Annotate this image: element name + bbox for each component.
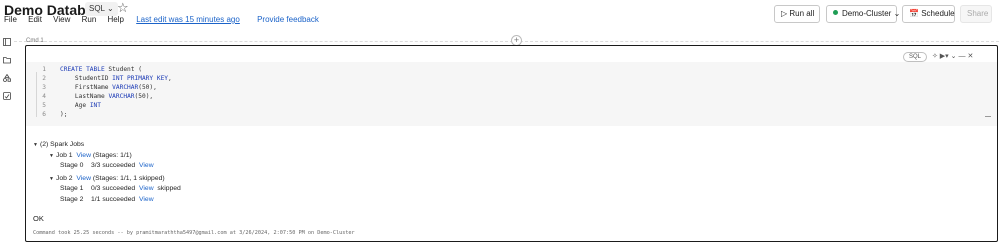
sql-token: ); xyxy=(60,111,68,118)
sql-keyword: INT PRIMARY KEY xyxy=(112,75,169,82)
cell-language-pill[interactable]: SQL xyxy=(903,52,928,62)
job-label: Job 1 xyxy=(55,152,73,159)
cluster-status-icon xyxy=(833,10,838,15)
code-text: Age INT xyxy=(60,101,101,110)
provide-feedback-link[interactable]: Provide feedback xyxy=(257,15,319,24)
chevron-down-icon[interactable]: ⌄ xyxy=(951,53,957,60)
stage-view-link[interactable]: View xyxy=(139,196,154,203)
menu-bar: File Edit View Run Help Last edit was 15… xyxy=(4,15,328,24)
job-label: Job 2 xyxy=(55,175,73,182)
code-line[interactable]: 4 LastName VARCHAR(50), xyxy=(26,92,997,101)
caret-down-icon[interactable]: ▼ xyxy=(49,153,54,159)
sql-keyword: VARCHAR xyxy=(112,84,139,91)
spark-jobs-label: (2) Spark Jobs xyxy=(39,141,85,148)
command-took-text: Command took 25.25 seconds -- by pramitm… xyxy=(33,230,355,236)
editor-scroll-mark xyxy=(985,116,991,117)
language-label: SQL xyxy=(89,4,105,13)
cluster-selector[interactable]: Demo-Cluster ⌄ xyxy=(826,5,900,23)
left-sidebar xyxy=(0,28,14,251)
stage-label: Stage 0 xyxy=(60,162,84,169)
sql-token: (50), xyxy=(134,93,154,100)
experiments-icon[interactable] xyxy=(3,92,11,100)
star-icon[interactable]: ☆ xyxy=(117,0,129,16)
caret-down-icon: ▼ xyxy=(33,142,38,148)
assistant-icon[interactable]: ✧ xyxy=(932,53,938,60)
stage-note: skipped xyxy=(157,185,181,192)
job-view-link[interactable]: View xyxy=(76,152,91,159)
code-text: CREATE TABLE Student ( xyxy=(60,65,142,74)
sql-token: LastName xyxy=(60,93,109,100)
sql-keyword: CREATE TABLE xyxy=(60,66,105,73)
cell-toolbar: SQL ✧ ▶▾ ⌄ — ✕ xyxy=(903,52,973,62)
spark-jobs-toggle[interactable]: ▼ (2) Spark Jobs xyxy=(33,140,84,150)
stage-label: Stage 2 xyxy=(60,196,84,203)
stage-view-link[interactable]: View xyxy=(139,185,154,192)
stage-row: Stage 0 3/3 succeeded View xyxy=(60,161,154,170)
sql-token: Age xyxy=(60,102,90,109)
code-line[interactable]: 1 CREATE TABLE Student ( xyxy=(26,65,997,74)
sql-keyword: VARCHAR xyxy=(108,93,135,100)
sql-token: , xyxy=(168,75,172,82)
stage-label: Stage 1 xyxy=(60,185,84,192)
code-editor[interactable]: 1 CREATE TABLE Student (2 StudentID INT P… xyxy=(26,62,997,126)
job-row: ▼ Job 2 View (Stages: 1/1, 1 skipped) xyxy=(49,174,165,184)
notebook-header: Demo Databricks SQL ⌄ ☆ File Edit View R… xyxy=(0,0,1000,28)
schedule-label: Schedule xyxy=(921,9,955,18)
run-all-label: Run all xyxy=(789,9,815,18)
chevron-down-icon: ⌄ xyxy=(893,9,901,18)
menu-help[interactable]: Help xyxy=(108,15,124,24)
job-view-link[interactable]: View xyxy=(76,175,91,182)
stage-row: Stage 2 1/1 succeeded View xyxy=(60,195,154,204)
menu-view[interactable]: View xyxy=(53,15,70,24)
job-stages: (Stages: 1/1, 1 skipped) xyxy=(92,175,165,182)
run-cell-icon[interactable]: ▶▾ xyxy=(940,53,949,60)
minimize-icon[interactable]: — xyxy=(958,53,965,60)
cluster-label: Demo-Cluster xyxy=(842,9,892,18)
folder-icon[interactable] xyxy=(3,56,11,64)
code-line[interactable]: 5 Age INT xyxy=(26,101,997,110)
stage-view-link[interactable]: View xyxy=(139,162,154,169)
code-line[interactable]: 6); xyxy=(26,110,997,119)
notebook-icon[interactable] xyxy=(3,38,11,46)
sql-keyword: INT xyxy=(89,102,101,109)
code-line[interactable]: 2 StudentID INT PRIMARY KEY, xyxy=(26,74,997,83)
code-text: LastName VARCHAR(50), xyxy=(60,92,153,101)
code-text: FirstName VARCHAR(50), xyxy=(60,83,157,92)
code-line[interactable]: 3 FirstName VARCHAR(50), xyxy=(26,83,997,92)
job-row: ▼ Job 1 View (Stages: 1/1) xyxy=(49,151,132,161)
last-edit-link[interactable]: Last edit was 15 minutes ago xyxy=(136,15,240,24)
sql-token: (50), xyxy=(138,84,157,91)
run-all-button[interactable]: ▷ Run all xyxy=(774,5,820,23)
schedule-button[interactable]: 📅 Schedule xyxy=(902,5,955,23)
code-text: ); xyxy=(60,110,67,119)
cell-divider xyxy=(14,41,999,42)
calendar-icon: 📅 xyxy=(909,9,919,18)
sql-token: FirstName xyxy=(60,84,113,91)
notebook-app: Demo Databricks SQL ⌄ ☆ File Edit View R… xyxy=(0,0,1000,251)
chevron-down-icon: ⌄ xyxy=(106,4,114,13)
menu-run[interactable]: Run xyxy=(82,15,97,24)
play-icon: ▷ xyxy=(781,9,788,18)
sql-token: StudentID xyxy=(60,75,113,82)
stage-row: Stage 1 0/3 succeeded View skipped xyxy=(60,184,181,193)
menu-edit[interactable]: Edit xyxy=(28,15,42,24)
caret-down-icon[interactable]: ▼ xyxy=(49,176,54,182)
cmd-label: Cmd 1 xyxy=(26,38,44,44)
menu-file[interactable]: File xyxy=(4,15,17,24)
close-icon[interactable]: ✕ xyxy=(967,53,973,60)
shapes-icon[interactable] xyxy=(3,74,11,82)
stage-status: 0/3 succeeded xyxy=(91,185,136,192)
code-text: StudentID INT PRIMARY KEY, xyxy=(60,74,172,83)
stage-status: 1/1 succeeded xyxy=(91,196,136,203)
indent-guide xyxy=(36,72,37,117)
result-text: OK xyxy=(33,214,44,223)
stage-status: 3/3 succeeded xyxy=(91,162,136,169)
sql-token: Student ( xyxy=(104,66,142,73)
share-button[interactable]: Share xyxy=(960,5,992,23)
language-selector[interactable]: SQL ⌄ xyxy=(85,2,118,16)
job-stages: (Stages: 1/1) xyxy=(92,152,132,159)
